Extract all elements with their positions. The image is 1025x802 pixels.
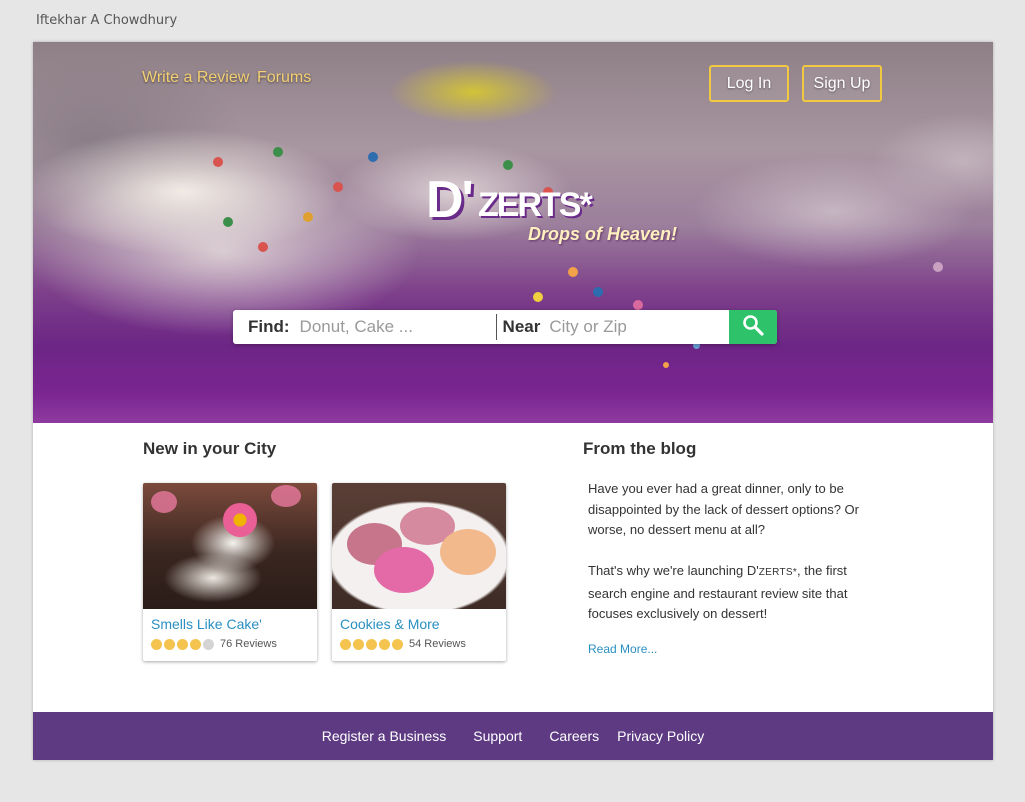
sprinkle xyxy=(258,242,268,252)
star-rating: 76 Reviews xyxy=(151,638,277,650)
footer: Register a Business Support Careers Priv… xyxy=(33,712,993,760)
sprinkle xyxy=(503,160,513,170)
sprinkle xyxy=(333,182,343,192)
search-divider xyxy=(495,314,497,340)
sprinkle xyxy=(593,287,603,297)
sprinkle xyxy=(368,152,378,162)
macarons-image xyxy=(332,483,506,609)
near-input[interactable] xyxy=(549,317,710,337)
blog-excerpt: Have you ever had a great dinner, only t… xyxy=(588,479,878,645)
sprinkle xyxy=(223,217,233,227)
careers-link[interactable]: Careers xyxy=(549,728,599,744)
forums-link[interactable]: Forums xyxy=(257,69,311,87)
star-icon xyxy=(190,638,201,650)
star-icon xyxy=(151,638,162,650)
listing-name[interactable]: Smells Like Cake' xyxy=(151,616,262,632)
site-logo[interactable]: D' ZERTS* xyxy=(426,170,666,230)
sprinkle xyxy=(533,292,543,302)
review-count: 54 Reviews xyxy=(409,638,466,650)
find-input[interactable] xyxy=(299,317,496,337)
star-icon xyxy=(164,638,175,650)
sprinkle xyxy=(933,262,943,272)
logo-zerts: ZERTS* xyxy=(478,186,593,224)
sprinkle xyxy=(273,147,283,157)
star-icon xyxy=(353,638,364,650)
blog-paragraph: That's why we're launching D'zerts*, the… xyxy=(588,561,878,625)
listing-name[interactable]: Cookies & More xyxy=(340,616,440,632)
tagline: Drops of Heaven! xyxy=(528,224,678,244)
find-label: Find: xyxy=(248,317,290,336)
logo-d: D' xyxy=(426,171,474,229)
blog-paragraph: Have you ever had a great dinner, only t… xyxy=(588,481,859,537)
page-frame: Write a Review Forums Log In Sign Up D' … xyxy=(33,42,993,760)
sprinkle xyxy=(568,267,578,277)
star-icon xyxy=(203,638,214,650)
star-rating: 54 Reviews xyxy=(340,638,466,650)
register-business-link[interactable]: Register a Business xyxy=(322,728,447,744)
new-in-city-title: New in your City xyxy=(143,439,277,458)
review-count: 76 Reviews xyxy=(220,638,277,650)
sprinkle xyxy=(633,300,643,310)
cupcake-image xyxy=(143,483,317,609)
search-bar: Find: Near xyxy=(233,310,777,344)
blog-text: That's why we're launching D' xyxy=(588,563,759,578)
search-icon xyxy=(742,314,764,341)
author-name: Iftekhar A Chowdhury xyxy=(36,13,178,28)
blog-title: From the blog xyxy=(583,439,697,458)
star-icon xyxy=(379,638,390,650)
login-button[interactable]: Log In xyxy=(709,65,789,102)
star-icon xyxy=(366,638,377,650)
read-more-link[interactable]: Read More... xyxy=(588,642,657,656)
brand-inline: zerts* xyxy=(758,567,798,578)
star-icon xyxy=(177,638,188,650)
star-icon xyxy=(392,638,403,650)
write-review-link[interactable]: Write a Review xyxy=(142,69,249,87)
sprinkle xyxy=(213,157,223,167)
hero-banner: Write a Review Forums Log In Sign Up D' … xyxy=(33,42,993,423)
near-label: Near xyxy=(502,317,541,336)
sprinkle xyxy=(303,212,313,222)
listing-card[interactable]: Cookies & More 54 Reviews xyxy=(332,483,506,661)
signup-button[interactable]: Sign Up xyxy=(802,65,882,102)
privacy-policy-link[interactable]: Privacy Policy xyxy=(617,728,704,744)
star-icon xyxy=(340,638,351,650)
sprinkle xyxy=(663,362,669,368)
search-button[interactable] xyxy=(729,310,777,344)
listing-card[interactable]: Smells Like Cake' 76 Reviews xyxy=(143,483,317,661)
support-link[interactable]: Support xyxy=(473,728,522,744)
